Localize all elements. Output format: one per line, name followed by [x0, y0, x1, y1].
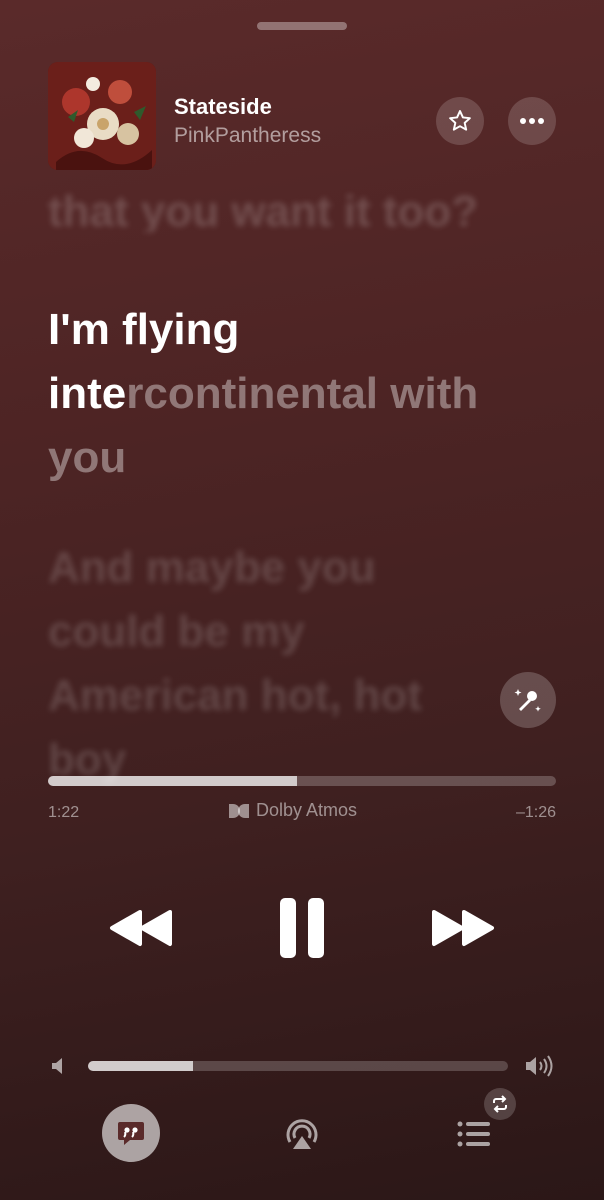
queue-list-icon	[457, 1121, 490, 1147]
rewind-icon	[110, 910, 172, 946]
lyric-unsung-part: you	[48, 433, 127, 482]
next-lyric-text: And maybe you	[48, 543, 376, 592]
elapsed-time: 1:22	[48, 804, 80, 821]
current-lyric-line[interactable]: I'm flying intercontinental with you	[48, 298, 564, 490]
playback-progress-fill	[48, 776, 297, 786]
more-options-button[interactable]	[508, 97, 556, 145]
audio-format-label: Dolby Atmos	[256, 800, 358, 820]
volume-slider[interactable]	[88, 1061, 508, 1071]
ellipsis-icon	[520, 118, 544, 124]
sheet-grabber[interactable]	[257, 22, 347, 30]
audio-format-badge: Dolby Atmos	[228, 800, 357, 821]
sing-along-button[interactable]	[500, 672, 556, 728]
airplay-icon	[286, 1119, 318, 1149]
lyrics-view[interactable]: that you want it too? I'm flying interco…	[48, 187, 564, 792]
lyric-sung-part: I'm flying	[48, 305, 240, 354]
artwork-graphic	[48, 62, 156, 170]
bottom-toolbar	[0, 1088, 604, 1170]
star-icon	[449, 110, 471, 131]
speaker-low-icon	[52, 1058, 62, 1074]
dolby-icon	[229, 803, 249, 818]
next-lyric-text: American hot, hot	[48, 671, 423, 720]
speaker-high-icon	[526, 1055, 553, 1077]
lyrics-button[interactable]	[102, 1104, 160, 1162]
playback-scrubber[interactable]	[48, 776, 556, 786]
pause-icon	[280, 898, 324, 958]
volume-fill	[88, 1061, 193, 1071]
remaining-time: –1:26	[515, 804, 556, 821]
fast-forward-button[interactable]	[430, 896, 496, 960]
transport-controls	[0, 896, 604, 960]
next-lyric-text: could be my	[48, 607, 305, 656]
album-artwork[interactable]	[48, 62, 156, 170]
airplay-button[interactable]	[280, 1112, 324, 1156]
pause-button[interactable]	[272, 896, 332, 960]
lyric-sung-part: inte	[48, 369, 127, 418]
track-artist[interactable]: PinkPantheress	[174, 124, 321, 148]
microphone-sparkles-icon	[514, 689, 541, 712]
repeat-icon	[493, 1095, 507, 1113]
fast-forward-icon	[432, 910, 494, 946]
favorite-button[interactable]	[436, 97, 484, 145]
lyric-unsung-part: rcontinental with	[126, 369, 479, 418]
rewind-button[interactable]	[108, 896, 174, 960]
track-title[interactable]: Stateside	[174, 94, 272, 120]
next-lyric-line[interactable]: And maybe you could be my American hot, …	[48, 536, 564, 792]
lyrics-quote-icon	[118, 1122, 144, 1145]
queue-button[interactable]	[452, 1112, 496, 1156]
previous-lyric-line[interactable]: that you want it too?	[48, 180, 564, 232]
volume-control	[48, 1052, 556, 1082]
now-playing-header: Stateside PinkPantheress	[48, 62, 556, 170]
